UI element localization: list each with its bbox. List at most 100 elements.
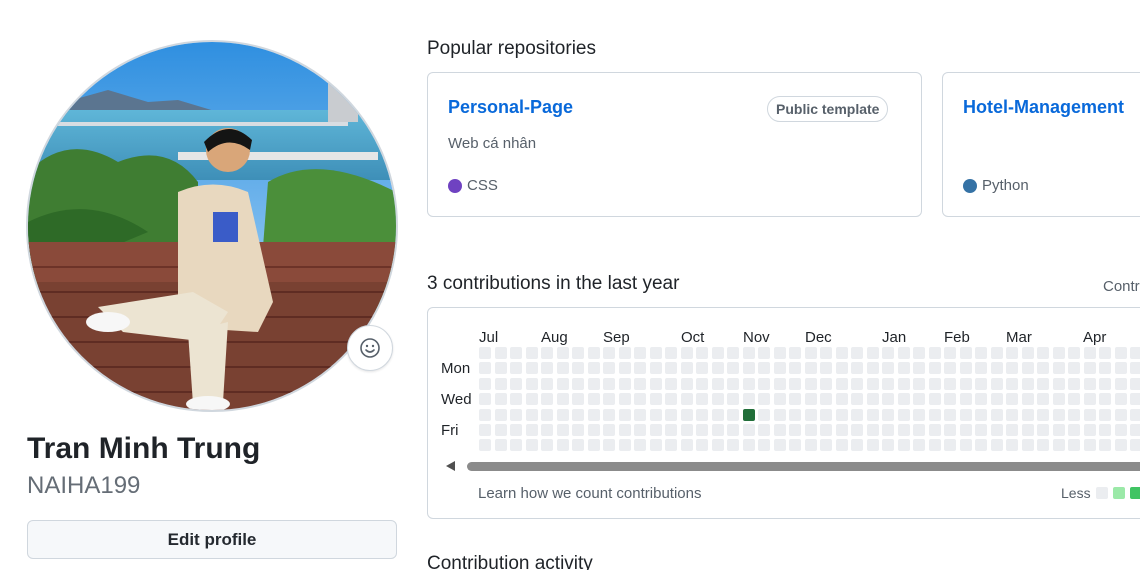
contribution-day-cell[interactable] bbox=[680, 362, 693, 375]
contribution-day-cell[interactable] bbox=[494, 393, 507, 406]
contribution-day-cell[interactable] bbox=[587, 362, 600, 375]
contribution-day-cell[interactable] bbox=[711, 377, 724, 390]
contribution-day-cell[interactable] bbox=[696, 393, 708, 406]
contribution-day-cell[interactable] bbox=[696, 347, 708, 359]
contribution-day-cell[interactable] bbox=[525, 424, 538, 436]
contribution-day-cell[interactable] bbox=[804, 347, 817, 359]
contribution-day-cell[interactable] bbox=[1114, 408, 1127, 421]
scroll-left-arrow-icon[interactable] bbox=[446, 461, 455, 471]
contribution-day-cell[interactable] bbox=[913, 424, 925, 436]
contribution-day-cell[interactable] bbox=[851, 393, 863, 406]
contribution-day-cell[interactable] bbox=[665, 393, 677, 406]
contribution-day-cell[interactable] bbox=[711, 424, 724, 436]
contribution-day-cell[interactable] bbox=[1068, 424, 1080, 436]
contribution-day-cell[interactable] bbox=[1052, 439, 1065, 452]
contribution-day-cell[interactable] bbox=[913, 377, 925, 390]
contribution-day-cell[interactable] bbox=[789, 362, 801, 375]
contribution-day-cell[interactable] bbox=[649, 347, 662, 359]
contribution-day-cell[interactable] bbox=[742, 393, 755, 406]
contribution-day-cell[interactable] bbox=[789, 393, 801, 406]
contribution-day-cell[interactable] bbox=[1021, 393, 1034, 406]
contribution-day-cell[interactable] bbox=[990, 408, 1003, 421]
contribution-day-cell[interactable] bbox=[727, 408, 739, 421]
contribution-day-cell[interactable] bbox=[541, 362, 553, 375]
repo-name-link[interactable]: Personal-Page bbox=[448, 97, 573, 118]
contribution-day-cell[interactable] bbox=[959, 439, 972, 452]
contribution-day-cell[interactable] bbox=[494, 377, 507, 390]
contribution-day-cell[interactable] bbox=[1114, 439, 1127, 452]
contribution-day-cell[interactable] bbox=[897, 393, 910, 406]
avatar[interactable] bbox=[26, 40, 398, 412]
repo-name-link[interactable]: Hotel-Management bbox=[963, 97, 1124, 118]
contribution-day-cell[interactable] bbox=[603, 424, 615, 436]
contribution-day-cell[interactable] bbox=[990, 393, 1003, 406]
contribution-day-cell[interactable] bbox=[618, 377, 631, 390]
contribution-day-cell[interactable] bbox=[510, 439, 522, 452]
contribution-day-cell[interactable] bbox=[603, 393, 615, 406]
contribution-day-cell[interactable] bbox=[975, 408, 987, 421]
contribution-day-cell[interactable] bbox=[649, 424, 662, 436]
contribution-day-cell[interactable] bbox=[835, 377, 848, 390]
contribution-day-cell[interactable] bbox=[1083, 347, 1096, 359]
contribution-day-cell[interactable] bbox=[479, 439, 491, 452]
contribution-day-cell[interactable] bbox=[1068, 377, 1080, 390]
contribution-day-cell[interactable] bbox=[696, 377, 708, 390]
contribution-day-cell[interactable] bbox=[649, 377, 662, 390]
contribution-day-cell[interactable] bbox=[742, 408, 755, 421]
contribution-day-cell[interactable] bbox=[975, 393, 987, 406]
contribution-day-cell[interactable] bbox=[572, 347, 584, 359]
contribution-day-cell[interactable] bbox=[541, 393, 553, 406]
contribution-day-cell[interactable] bbox=[1052, 408, 1065, 421]
contribution-day-cell[interactable] bbox=[525, 393, 538, 406]
contribution-day-cell[interactable] bbox=[587, 347, 600, 359]
contribution-day-cell[interactable] bbox=[603, 408, 615, 421]
contribution-day-cell[interactable] bbox=[975, 377, 987, 390]
contribution-day-cell[interactable] bbox=[851, 424, 863, 436]
contribution-day-cell[interactable] bbox=[556, 393, 569, 406]
contribution-day-cell[interactable] bbox=[572, 408, 584, 421]
contribution-day-cell[interactable] bbox=[1083, 377, 1096, 390]
contribution-day-cell[interactable] bbox=[1037, 377, 1049, 390]
contribution-day-cell[interactable] bbox=[572, 424, 584, 436]
contribution-day-cell[interactable] bbox=[1068, 393, 1080, 406]
contribution-day-cell[interactable] bbox=[665, 408, 677, 421]
contribution-day-cell[interactable] bbox=[789, 439, 801, 452]
contribution-day-cell[interactable] bbox=[882, 362, 894, 375]
contribution-day-cell[interactable] bbox=[1006, 424, 1018, 436]
contribution-day-cell[interactable] bbox=[1083, 439, 1096, 452]
contribution-day-cell[interactable] bbox=[649, 408, 662, 421]
contribution-day-cell[interactable] bbox=[975, 424, 987, 436]
contribution-day-cell[interactable] bbox=[696, 362, 708, 375]
contribution-day-cell[interactable] bbox=[742, 439, 755, 452]
contribution-day-cell[interactable] bbox=[525, 439, 538, 452]
contribution-day-cell[interactable] bbox=[1099, 393, 1111, 406]
learn-contributions-link[interactable]: Learn how we count contributions bbox=[478, 485, 701, 502]
contribution-day-cell[interactable] bbox=[696, 424, 708, 436]
contribution-day-cell[interactable] bbox=[494, 347, 507, 359]
contribution-day-cell[interactable] bbox=[494, 408, 507, 421]
contribution-day-cell[interactable] bbox=[882, 439, 894, 452]
contribution-settings-button[interactable]: Contr bbox=[1103, 278, 1140, 295]
contribution-day-cell[interactable] bbox=[990, 362, 1003, 375]
contribution-day-cell[interactable] bbox=[913, 347, 925, 359]
contribution-day-cell[interactable] bbox=[1006, 377, 1018, 390]
contribution-day-cell[interactable] bbox=[1068, 347, 1080, 359]
contribution-day-cell[interactable] bbox=[1037, 424, 1049, 436]
contribution-day-cell[interactable] bbox=[882, 347, 894, 359]
contribution-day-cell[interactable] bbox=[944, 362, 956, 375]
contribution-day-cell[interactable] bbox=[680, 408, 693, 421]
contribution-day-cell[interactable] bbox=[541, 347, 553, 359]
contribution-day-cell[interactable] bbox=[866, 408, 879, 421]
contribution-day-cell[interactable] bbox=[944, 393, 956, 406]
contribution-day-cell[interactable] bbox=[1006, 439, 1018, 452]
contribution-day-cell[interactable] bbox=[1068, 362, 1080, 375]
contribution-day-cell[interactable] bbox=[1114, 377, 1127, 390]
contribution-day-cell[interactable] bbox=[479, 347, 491, 359]
contribution-day-cell[interactable] bbox=[587, 439, 600, 452]
contribution-day-cell[interactable] bbox=[1068, 439, 1080, 452]
contribution-day-cell[interactable] bbox=[959, 347, 972, 359]
contribution-day-cell[interactable] bbox=[603, 347, 615, 359]
contribution-day-cell[interactable] bbox=[572, 439, 584, 452]
contribution-day-cell[interactable] bbox=[603, 439, 615, 452]
contribution-day-cell[interactable] bbox=[603, 377, 615, 390]
